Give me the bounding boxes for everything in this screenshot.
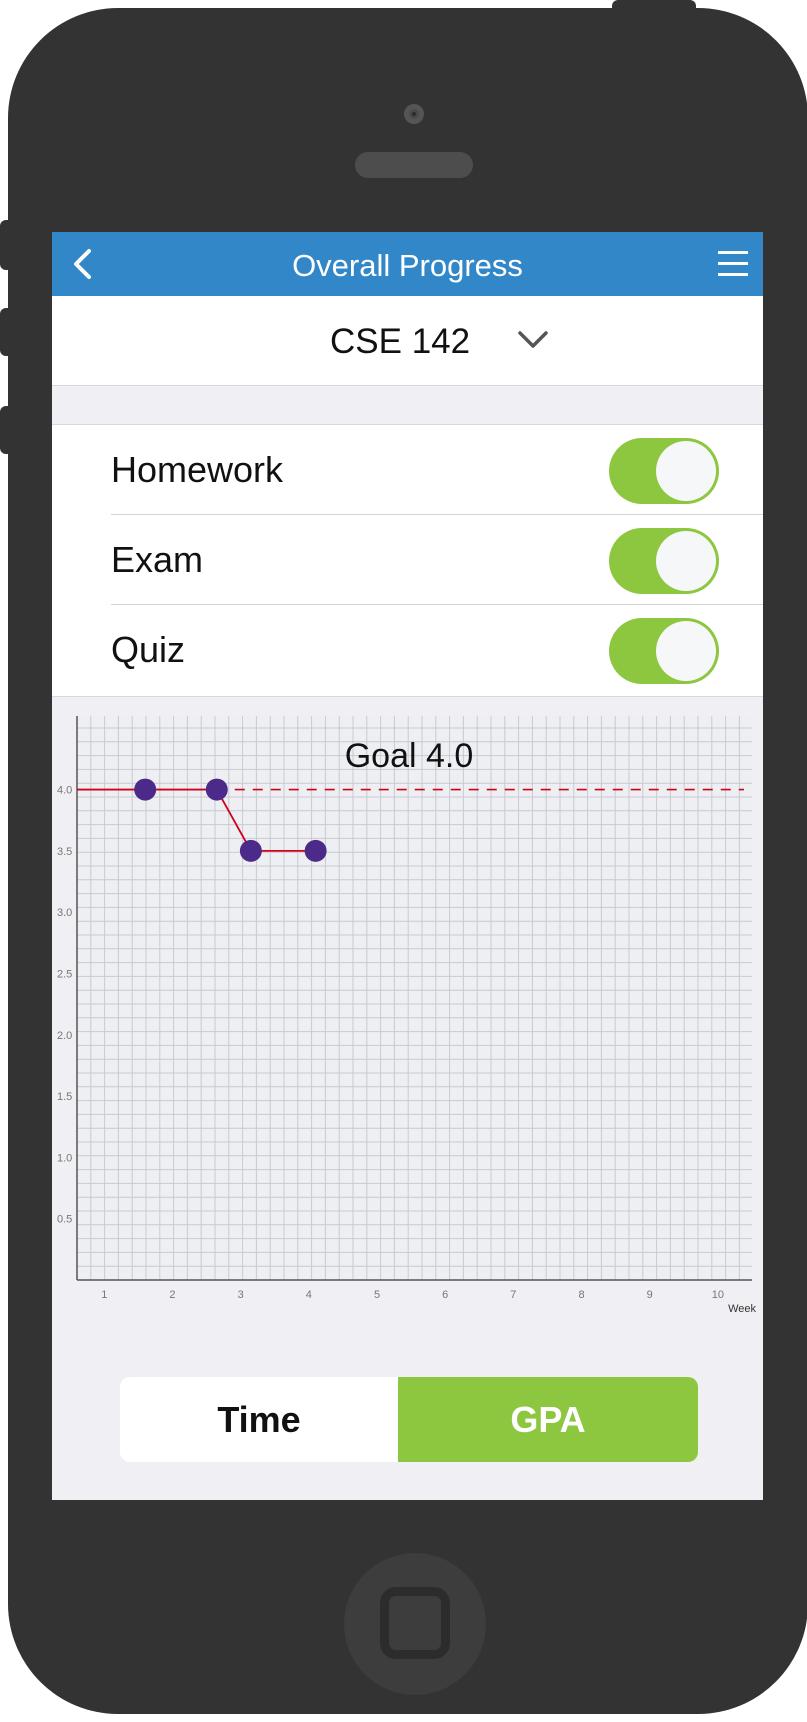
chart-mode-selector: Time GPA <box>120 1377 698 1462</box>
gpa-segment-button[interactable]: GPA <box>398 1377 698 1462</box>
filter-label: Homework <box>111 449 284 490</box>
filter-label: Quiz <box>111 629 186 670</box>
y-tick-label: 3.0 <box>57 907 72 919</box>
y-tick-label: 1.5 <box>57 1091 72 1103</box>
y-tick-label: 1.0 <box>57 1152 72 1164</box>
hamburger-menu-icon-bar <box>718 262 748 265</box>
x-tick-label: 8 <box>578 1289 584 1301</box>
y-tick-label: 3.5 <box>57 846 72 858</box>
toggle-knob <box>656 531 716 591</box>
toggle-knob <box>656 441 716 501</box>
hamburger-menu-icon <box>718 251 748 254</box>
time-segment-button[interactable]: Time <box>120 1377 398 1462</box>
x-tick-label: 5 <box>374 1289 380 1301</box>
gpa-point <box>205 778 228 801</box>
x-tick-label: 9 <box>647 1289 653 1301</box>
gpa-point <box>239 839 262 862</box>
gpa-point <box>304 839 327 862</box>
earpiece-speaker <box>355 152 473 178</box>
toggle-knob <box>656 621 716 681</box>
gpa-chart: 0.51.01.52.02.53.03.54.01 2 3 4 5 6 7 8 9 10Week … <box>57 716 756 1315</box>
exam-toggle[interactable] <box>609 528 719 594</box>
goal-annotation: Goal 4.0 <box>345 737 474 775</box>
course-label: CSE 142 <box>330 322 471 361</box>
navigation-bar: Overall Progress <box>52 232 763 296</box>
volume-down-button <box>0 406 14 454</box>
x-axis-label: Week <box>728 1303 756 1315</box>
chart-plot-area <box>77 716 752 1280</box>
gpa-point <box>134 778 157 801</box>
y-tick-label: 0.5 <box>57 1214 72 1226</box>
y-tick-label: 2.5 <box>57 968 72 980</box>
x-tick-label: 10 <box>712 1289 724 1301</box>
filter-row-quiz: Quiz <box>52 605 763 695</box>
x-tick-label: 3 <box>238 1289 244 1301</box>
home-button[interactable] <box>344 1553 486 1695</box>
x-tick-label: 1 <box>101 1289 107 1301</box>
x-tick-label: 7 <box>510 1289 516 1301</box>
x-tick-label: 2 <box>169 1289 175 1301</box>
filter-row-exam: Exam <box>52 515 763 605</box>
volume-up-button <box>0 308 14 356</box>
x-tick-label: 4 <box>306 1289 312 1301</box>
page-title: Overall Progress <box>292 248 523 283</box>
chevron-down-icon[interactable] <box>516 324 550 354</box>
home-button-square-icon <box>380 1587 450 1659</box>
menu-button[interactable] <box>716 249 750 279</box>
app-screen: Overall Progress CSE 142 Homework Exam Q… <box>52 232 763 1500</box>
y-tick-label: 2.0 <box>57 1030 72 1042</box>
hamburger-menu-icon-bar <box>718 273 748 276</box>
x-tick-label: 6 <box>442 1289 448 1301</box>
power-button <box>612 0 696 12</box>
mute-switch <box>0 220 14 270</box>
filter-row-homework: Homework <box>52 425 763 515</box>
course-selector[interactable]: CSE 142 <box>52 296 763 386</box>
front-camera <box>404 104 424 124</box>
grade-filter-list: Homework Exam Quiz <box>52 424 763 697</box>
y-tick-label: 4.0 <box>57 785 72 797</box>
homework-toggle[interactable] <box>609 438 719 504</box>
chart-grid <box>77 716 752 1280</box>
filter-label: Exam <box>111 539 204 580</box>
quiz-toggle[interactable] <box>609 618 719 684</box>
